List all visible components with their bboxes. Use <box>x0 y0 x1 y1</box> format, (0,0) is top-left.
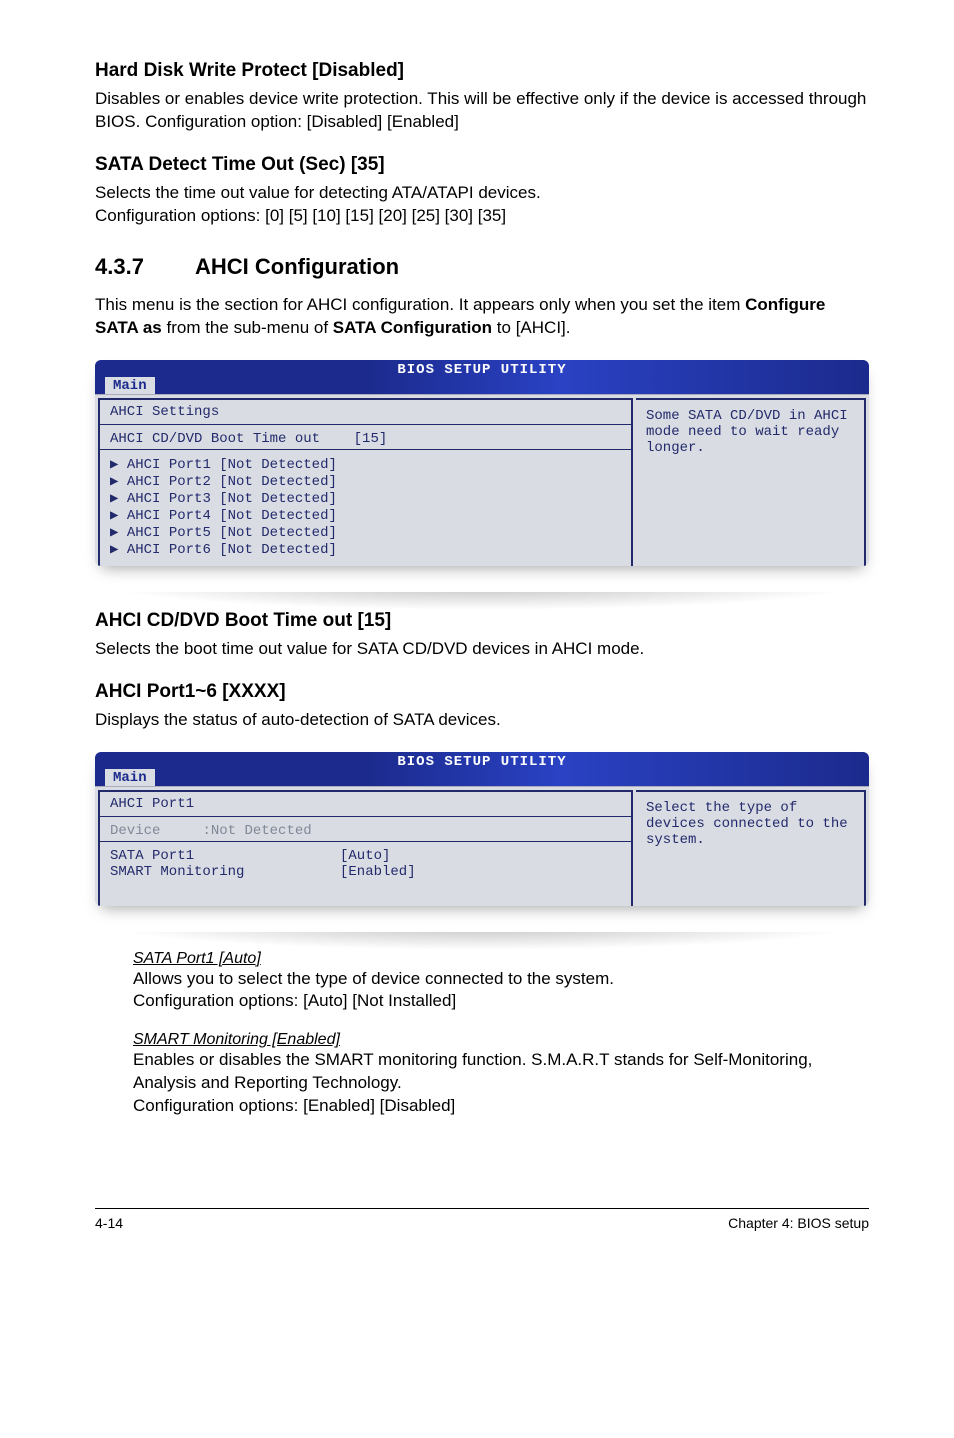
row-value: [15] <box>354 431 388 447</box>
bios-submenu-port[interactable]: ▶ AHCI Port1 [Not Detected] <box>110 456 621 473</box>
page-footer: 4-14 Chapter 4: BIOS setup <box>95 1208 869 1231</box>
row-label: SMART Monitoring <box>110 864 340 880</box>
heading-hard-disk-write-protect: Hard Disk Write Protect [Disabled] <box>95 60 869 82</box>
bios-tab-main[interactable]: Main <box>105 377 155 394</box>
page-number: 4-14 <box>95 1215 123 1231</box>
bios-subheading: AHCI Port1 <box>110 796 621 812</box>
bios-submenu-port[interactable]: ▶ AHCI Port3 [Not Detected] <box>110 490 621 507</box>
bios-submenu-port[interactable]: ▶ AHCI Port2 [Not Detected] <box>110 473 621 490</box>
port-label: AHCI Port4 [Not Detected] <box>127 508 337 524</box>
row-value: [Auto] <box>340 848 390 864</box>
subitem-smart-monitoring: SMART Monitoring [Enabled] Enables or di… <box>95 1031 869 1118</box>
panel-shadow <box>95 932 869 950</box>
text-span: to [AHCI]. <box>492 318 570 337</box>
bios-header-title: BIOS SETUP UTILITY <box>95 752 869 771</box>
bios-panel-ahci-port1: BIOS SETUP UTILITY Main AHCI Port1 Devic… <box>95 752 869 906</box>
text-bold: SATA Configuration <box>333 318 492 337</box>
bios-help-pane: Some SATA CD/DVD in AHCI mode need to wa… <box>636 398 866 566</box>
chapter-label: Chapter 4: BIOS setup <box>728 1215 869 1231</box>
bios-left-pane: AHCI Settings AHCI CD/DVD Boot Time out … <box>98 398 633 566</box>
body-hard-disk-write-protect: Disables or enables device write protect… <box>95 88 869 134</box>
section-intro-text: This menu is the section for AHCI config… <box>95 294 869 340</box>
port-label: AHCI Port1 [Not Detected] <box>127 457 337 473</box>
bios-body: AHCI Port1 Device :Not Detected SATA Por… <box>95 786 869 906</box>
panel-shadow <box>95 592 869 610</box>
bios-panel-ahci-settings: BIOS SETUP UTILITY Main AHCI Settings AH… <box>95 360 869 566</box>
divider <box>100 816 631 817</box>
text-line: Configuration options: [Enabled] [Disabl… <box>133 1095 869 1118</box>
bios-header: BIOS SETUP UTILITY Main <box>95 360 869 394</box>
body-sata-detect-timeout: Selects the time out value for detecting… <box>95 182 869 228</box>
bios-row-device: Device :Not Detected <box>110 823 621 839</box>
text-line: Enables or disables the SMART monitoring… <box>133 1049 869 1095</box>
body-ahci-boot-time-out: Selects the boot time out value for SATA… <box>95 638 869 661</box>
text-line: Selects the time out value for detecting… <box>95 183 541 202</box>
bios-tab-main[interactable]: Main <box>105 769 155 786</box>
bios-row-sata-port1[interactable]: SATA Port1[Auto] <box>110 848 621 864</box>
subitem-title: SMART Monitoring [Enabled] <box>133 1031 869 1049</box>
port-label: AHCI Port3 [Not Detected] <box>127 491 337 507</box>
bios-left-pane: AHCI Port1 Device :Not Detected SATA Por… <box>98 790 633 906</box>
bios-body: AHCI Settings AHCI CD/DVD Boot Time out … <box>95 394 869 566</box>
bios-header-title: BIOS SETUP UTILITY <box>95 360 869 379</box>
text-span: This menu is the section for AHCI config… <box>95 295 745 314</box>
text-line: Configuration options: [0] [5] [10] [15]… <box>95 206 506 225</box>
section-heading-ahci-configuration: 4.3.7AHCI Configuration <box>95 254 869 280</box>
text-span: from the sub-menu of <box>162 318 333 337</box>
text-line: Configuration options: [Auto] [Not Insta… <box>133 990 869 1013</box>
row-value: [Enabled] <box>340 864 416 880</box>
bios-header: BIOS SETUP UTILITY Main <box>95 752 869 786</box>
bios-subheading: AHCI Settings <box>110 404 621 420</box>
row-value: :Not Detected <box>202 823 311 839</box>
bios-row-smart-monitoring[interactable]: SMART Monitoring[Enabled] <box>110 864 621 880</box>
subitem-title: SATA Port1 [Auto] <box>133 950 869 968</box>
port-label: AHCI Port2 [Not Detected] <box>127 474 337 490</box>
body-ahci-port-range: Displays the status of auto-detection of… <box>95 709 869 732</box>
triangle-right-icon: ▶ <box>110 474 127 490</box>
text-line: Allows you to select the type of device … <box>133 968 869 991</box>
triangle-right-icon: ▶ <box>110 491 127 507</box>
heading-sata-detect-timeout: SATA Detect Time Out (Sec) [35] <box>95 154 869 176</box>
heading-ahci-port-range: AHCI Port1~6 [XXXX] <box>95 681 869 703</box>
bios-submenu-port[interactable]: ▶ AHCI Port5 [Not Detected] <box>110 524 621 541</box>
port-label: AHCI Port6 [Not Detected] <box>127 542 337 558</box>
row-label: Device <box>110 823 160 839</box>
section-title: AHCI Configuration <box>195 254 399 279</box>
bios-submenu-port[interactable]: ▶ AHCI Port4 [Not Detected] <box>110 507 621 524</box>
triangle-right-icon: ▶ <box>110 525 127 541</box>
divider <box>100 424 631 425</box>
triangle-right-icon: ▶ <box>110 508 127 524</box>
bios-row-boot-time-out[interactable]: AHCI CD/DVD Boot Time out [15] <box>110 431 621 447</box>
section-number: 4.3.7 <box>95 254 195 280</box>
divider <box>100 449 631 450</box>
triangle-right-icon: ▶ <box>110 542 127 558</box>
triangle-right-icon: ▶ <box>110 457 127 473</box>
row-label: SATA Port1 <box>110 848 340 864</box>
bios-submenu-port[interactable]: ▶ AHCI Port6 [Not Detected] <box>110 541 621 558</box>
row-label: AHCI CD/DVD Boot Time out <box>110 431 320 447</box>
port-label: AHCI Port5 [Not Detected] <box>127 525 337 541</box>
subitem-sata-port1: SATA Port1 [Auto] Allows you to select t… <box>95 950 869 1014</box>
bios-help-pane: Select the type of devices connected to … <box>636 790 866 906</box>
heading-ahci-boot-time-out: AHCI CD/DVD Boot Time out [15] <box>95 610 869 632</box>
divider <box>100 841 631 842</box>
